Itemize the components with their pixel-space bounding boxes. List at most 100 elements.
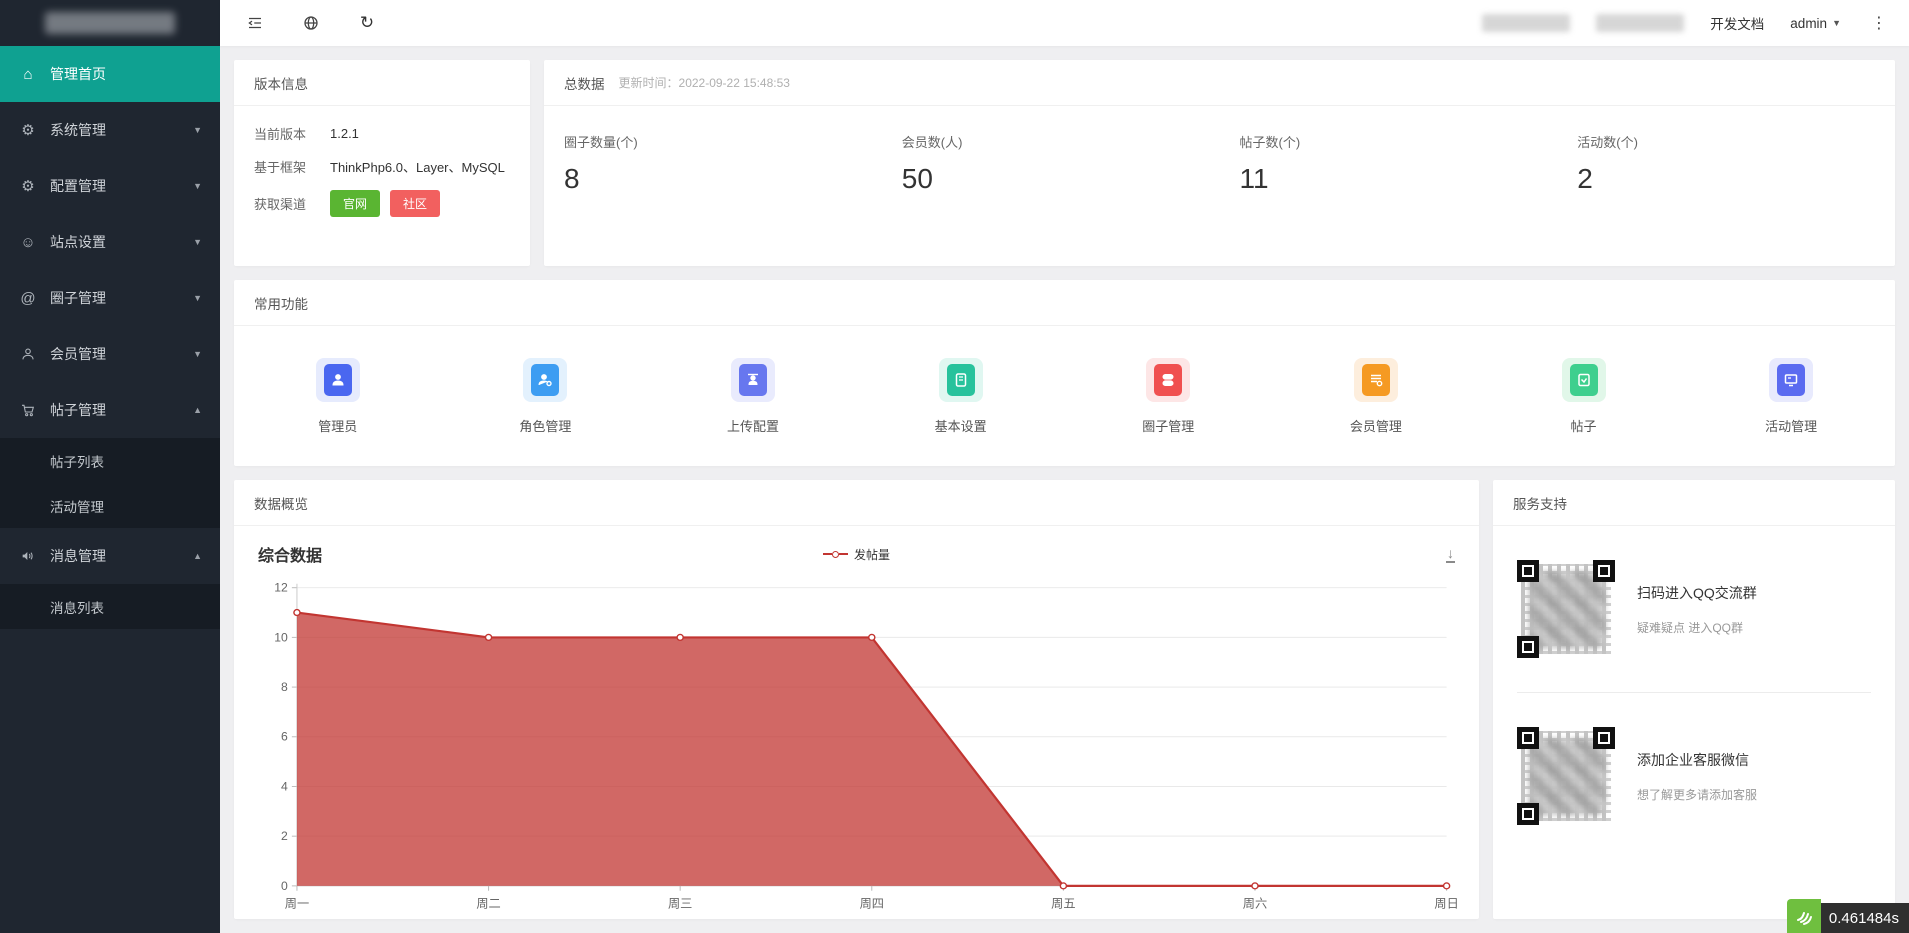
stat-activities: 活动数(个) 2 [1577, 135, 1638, 194]
version-panel: 版本信息 当前版本 1.2.1 基于框架 ThinkPhp6.0、Layer、M… [234, 60, 530, 266]
svg-text:6: 6 [281, 730, 288, 744]
official-site-button[interactable]: 官网 [330, 190, 381, 217]
chevron-down-icon: ▼ [193, 125, 202, 135]
svg-text:周三: 周三 [668, 897, 692, 911]
quick-item-roles[interactable]: 角色管理 [442, 357, 650, 435]
main-content: 版本信息 当前版本 1.2.1 基于框架 ThinkPhp6.0、Layer、M… [220, 46, 1909, 933]
globe-icon[interactable] [300, 12, 322, 34]
basic-settings-icon [938, 357, 983, 402]
chart-title: 综合数据 [258, 548, 323, 565]
chevron-down-icon: ▼ [1832, 18, 1841, 28]
svg-text:周一: 周一 [285, 897, 309, 911]
gear-icon: ⚙ [21, 122, 35, 139]
svg-text:8: 8 [281, 680, 288, 694]
area-chart[interactable]: 0 2 4 6 8 10 12 周一 周二 周三 周四 周五 周六 周日 [234, 572, 1479, 919]
subitem-label: 活动管理 [50, 499, 104, 515]
svg-text:2: 2 [281, 829, 288, 843]
svg-text:10: 10 [274, 631, 288, 645]
cog-icon: ⚙ [21, 178, 35, 195]
quick-item-admin[interactable]: 管理员 [234, 357, 442, 435]
version-label: 当前版本 [254, 127, 307, 142]
framework-label: 基于框架 [254, 160, 307, 175]
role-icon [523, 357, 568, 402]
data-overview-panel: 数据概览 综合数据 发帖量 ↓ 0 2 4 6 8 10 12 周一 周二 周三 周四 周五 周六 周日 [234, 480, 1479, 919]
svg-text:12: 12 [274, 581, 288, 595]
sidebar-item-config[interactable]: ⚙ 配置管理 ▼ [0, 158, 220, 214]
kebab-menu-icon[interactable]: ⋮ [1867, 13, 1891, 33]
download-icon[interactable]: ↓ [1446, 546, 1455, 563]
subitem-label: 消息列表 [50, 600, 104, 616]
svg-text:周二: 周二 [476, 897, 500, 911]
dev-docs-link[interactable]: 开发文档 [1710, 13, 1764, 33]
redacted-text-2 [1596, 14, 1685, 32]
quick-item-activities[interactable]: 活动管理 [1687, 357, 1895, 435]
upload-config-icon [731, 357, 776, 402]
activity-manage-icon [1769, 357, 1814, 402]
stat-members: 会员数(人) 50 [901, 135, 963, 194]
sidebar-item-site[interactable]: ☺ 站点设置 ▼ [0, 214, 220, 270]
framework-value: ThinkPhp6.0、Layer、MySQL [330, 160, 505, 175]
sidebar-item-message[interactable]: 消息管理 ▲ [0, 528, 220, 584]
sidebar-item-label: 会员管理 [50, 346, 106, 362]
cart-icon [18, 400, 38, 420]
overview-panel-title: 数据概览 [234, 480, 1479, 526]
circle-manage-icon [1146, 357, 1191, 402]
stat-circles: 圈子数量(个) 8 [564, 135, 638, 194]
subitem-label: 帖子列表 [50, 454, 104, 470]
quick-item-upload[interactable]: 上传配置 [649, 357, 857, 435]
qq-group-section: 扫码进入QQ交流群 疑难疑点 进入QQ群 [1493, 526, 1895, 692]
quick-item-settings[interactable]: 基本设置 [857, 357, 1065, 435]
channel-label: 获取渠道 [254, 197, 307, 212]
sidebar-subitem-activity[interactable]: 活动管理 [0, 483, 220, 528]
svg-text:4: 4 [281, 780, 288, 794]
chevron-down-icon: ▼ [193, 181, 202, 191]
redacted-text-1 [1482, 14, 1571, 32]
user-menu[interactable]: admin ▼ [1790, 16, 1841, 31]
debug-badge[interactable]: 0.461484s [1786, 899, 1909, 933]
chevron-down-icon: ▼ [193, 237, 202, 247]
topbar: ↻ 开发文档 admin ▼ ⋮ [220, 0, 1909, 46]
post-submenu: 帖子列表 活动管理 [0, 438, 220, 528]
logo-bar [0, 0, 220, 46]
sidebar-subitem-post-list[interactable]: 帖子列表 [0, 438, 220, 483]
sidebar-item-system[interactable]: ⚙ 系统管理 ▼ [0, 102, 220, 158]
wechat-qr-code [1517, 727, 1615, 825]
sidebar-item-label: 配置管理 [50, 178, 106, 194]
username: admin [1790, 15, 1828, 31]
chevron-up-icon: ▲ [193, 551, 202, 561]
member-manage-icon [1353, 357, 1398, 402]
speaker-icon [18, 546, 38, 566]
admin-dashboard: ⌂ 管理首页 ⚙ 系统管理 ▼ ⚙ 配置管理 ▼ ☺ 站点设置 ▼ @ 圈子管理… [0, 0, 1909, 933]
updated-time: 更新时间：2022-09-22 15:48:53 [618, 76, 790, 90]
sidebar-item-circle[interactable]: @ 圈子管理 ▼ [0, 270, 220, 326]
sidebar-item-home[interactable]: ⌂ 管理首页 [0, 46, 220, 102]
site-face-icon: ☺ [20, 233, 36, 251]
sidebar-subitem-message-list[interactable]: 消息列表 [0, 584, 220, 629]
quick-functions-panel: 常用功能 管理员 角色管理 上传配置 基本设置 圈子管理 会员管理 帖子 活动管… [234, 280, 1895, 466]
wechat-section: 添加企业客服微信 想了解更多请添加客服 [1493, 693, 1895, 859]
sidebar-item-post[interactable]: 帖子管理 ▲ [0, 382, 220, 438]
sidebar-item-member[interactable]: 会员管理 ▼ [0, 326, 220, 382]
collapse-menu-icon[interactable] [244, 12, 266, 34]
refresh-icon[interactable]: ↻ [356, 12, 378, 34]
sidebar-item-label: 管理首页 [50, 66, 106, 82]
service-support-panel: 服务支持 扫码进入QQ交流群 疑难疑点 进入QQ群 添加企业客服微信 想了解更多… [1493, 480, 1895, 919]
chart-legend: 发帖量 [234, 546, 1479, 563]
svg-text:0: 0 [281, 879, 288, 893]
quick-item-members[interactable]: 会员管理 [1272, 357, 1480, 435]
version-panel-title: 版本信息 [234, 60, 530, 106]
redacted-logo [45, 12, 175, 34]
message-submenu: 消息列表 [0, 584, 220, 629]
home-icon: ⌂ [23, 65, 33, 83]
user-icon [18, 344, 38, 364]
qq-qr-code [1517, 560, 1615, 658]
quick-item-circles[interactable]: 圈子管理 [1065, 357, 1273, 435]
chevron-down-icon: ▼ [193, 293, 202, 303]
quick-item-posts[interactable]: 帖子 [1480, 357, 1688, 435]
chevron-down-icon: ▼ [193, 349, 202, 359]
stat-posts: 帖子数(个) 11 [1239, 135, 1301, 194]
thinkphp-logo-icon [1786, 899, 1821, 933]
quick-panel-title: 常用功能 [234, 280, 1895, 326]
sidebar-item-label: 帖子管理 [50, 402, 106, 418]
community-button[interactable]: 社区 [390, 190, 441, 217]
